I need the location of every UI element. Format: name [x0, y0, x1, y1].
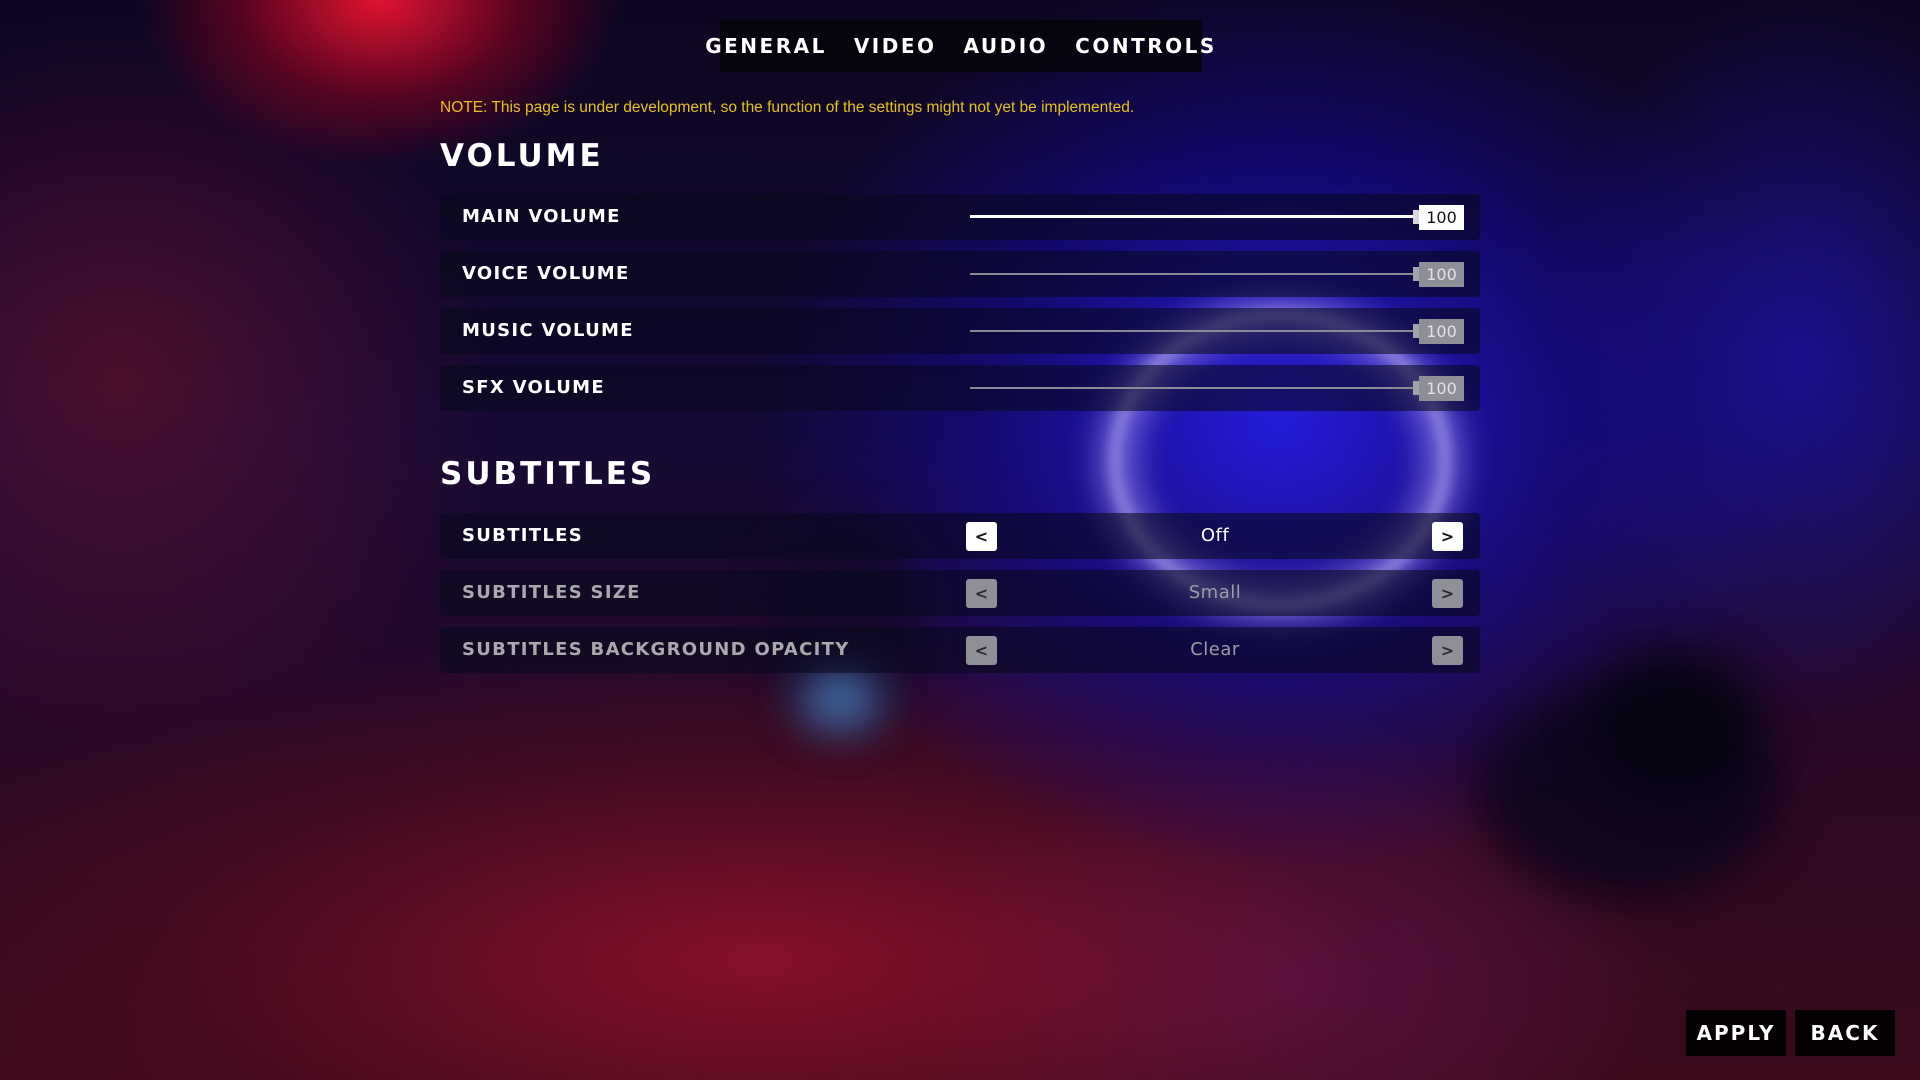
voice-volume-slider[interactable]	[970, 264, 1420, 284]
slider-fill	[970, 330, 1420, 332]
main-volume-label: MAIN VOLUME	[462, 206, 621, 227]
subtitles-prev-button[interactable]: <	[966, 522, 997, 551]
subtitles-background-opacity-prev-button[interactable]: <	[966, 636, 997, 665]
development-note: NOTE: This page is under development, so…	[440, 99, 1135, 116]
slider-fill	[970, 215, 1420, 218]
apply-button[interactable]: APPLY	[1686, 1010, 1786, 1056]
subtitles-size-row: SUBTITLES SIZE < Small >	[440, 570, 1480, 616]
main-volume-row: MAIN VOLUME 100	[440, 194, 1480, 240]
subtitles-label: SUBTITLES	[462, 525, 583, 546]
main-volume-slider[interactable]	[970, 207, 1420, 227]
subtitles-background-opacity-value: Clear	[1190, 639, 1240, 660]
background-glow-light	[800, 670, 880, 730]
sfx-volume-label: SFX VOLUME	[462, 377, 605, 398]
subtitles-next-button[interactable]: >	[1432, 522, 1463, 551]
tab-audio[interactable]: AUDIO	[964, 34, 1049, 58]
music-volume-value[interactable]: 100	[1419, 319, 1464, 344]
subtitles-row: SUBTITLES < Off >	[440, 513, 1480, 559]
sfx-volume-value[interactable]: 100	[1419, 376, 1464, 401]
background-chair-back-shape	[1590, 650, 1760, 800]
slider-fill	[970, 387, 1420, 389]
subtitles-background-opacity-label: SUBTITLES BACKGROUND OPACITY	[462, 639, 850, 660]
subtitles-size-next-button[interactable]: >	[1432, 579, 1463, 608]
voice-volume-row: VOICE VOLUME 100	[440, 251, 1480, 297]
sfx-volume-slider[interactable]	[970, 378, 1420, 398]
subtitles-size-prev-button[interactable]: <	[966, 579, 997, 608]
subtitles-size-value: Small	[1188, 582, 1242, 603]
music-volume-row: MUSIC VOLUME 100	[440, 308, 1480, 354]
settings-tab-bar: GENERAL VIDEO AUDIO CONTROLS	[705, 20, 1214, 72]
music-volume-label: MUSIC VOLUME	[462, 320, 634, 341]
sfx-volume-row: SFX VOLUME 100	[440, 365, 1480, 411]
tab-video[interactable]: VIDEO	[854, 34, 937, 58]
subtitles-background-opacity-next-button[interactable]: >	[1432, 636, 1463, 665]
subtitles-size-label: SUBTITLES SIZE	[462, 582, 641, 603]
back-button[interactable]: BACK	[1795, 1010, 1895, 1056]
voice-volume-label: VOICE VOLUME	[462, 263, 630, 284]
subtitles-value: Off	[1200, 525, 1230, 546]
tab-controls[interactable]: CONTROLS	[1075, 34, 1217, 58]
subtitles-background-opacity-row: SUBTITLES BACKGROUND OPACITY < Clear >	[440, 627, 1480, 673]
slider-fill	[970, 273, 1420, 275]
main-volume-value[interactable]: 100	[1419, 205, 1464, 230]
voice-volume-value[interactable]: 100	[1419, 262, 1464, 287]
music-volume-slider[interactable]	[970, 321, 1420, 341]
volume-section-title: VOLUME	[440, 138, 604, 174]
subtitles-section-title: SUBTITLES	[440, 456, 656, 492]
tab-general[interactable]: GENERAL	[705, 34, 827, 58]
background-ring-light-core	[1110, 310, 1450, 610]
